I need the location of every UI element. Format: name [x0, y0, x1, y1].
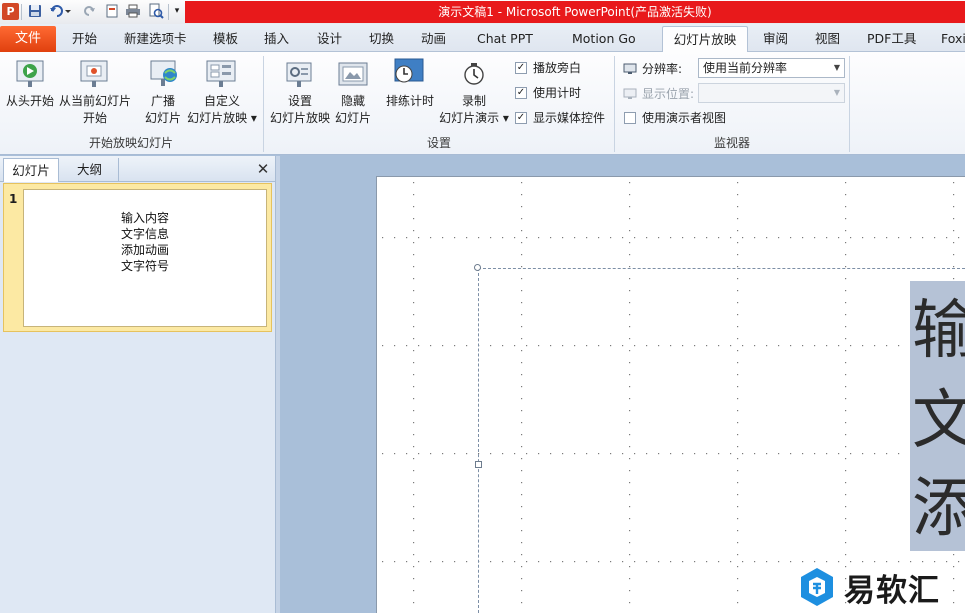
- from-current-slide-label-2: 开始: [82, 111, 107, 125]
- resize-handle[interactable]: [475, 461, 482, 468]
- play-narrations-checkbox[interactable]: ✓: [515, 62, 527, 74]
- show-on-icon: [623, 88, 637, 100]
- thumbnail-text-line: 添加动画: [120, 243, 169, 257]
- record-slideshow-icon: [461, 60, 487, 88]
- broadcast-label-2: 幻灯片: [144, 111, 181, 125]
- show-on-label: 显示位置:: [642, 87, 695, 101]
- text-placeholder[interactable]: [478, 268, 965, 613]
- rehearse-timings-icon: [393, 57, 425, 89]
- customize-qat-icon[interactable]: ▾: [172, 3, 182, 19]
- tab-home[interactable]: 开始: [72, 26, 97, 52]
- tab-foxit[interactable]: Foxit: [941, 26, 965, 52]
- use-timings-label: 使用计时: [533, 86, 582, 100]
- broadcast-slideshow-button[interactable]: 广播 幻灯片: [140, 93, 186, 127]
- redo-icon[interactable]: [82, 3, 98, 19]
- presenter-view-checkbox[interactable]: [624, 112, 636, 124]
- resolution-value: 使用当前分辨率: [703, 61, 788, 75]
- setup-slideshow-label-2: 幻灯片放映: [269, 111, 330, 125]
- setup-slideshow-button[interactable]: 设置 幻灯片放映: [268, 93, 332, 127]
- from-current-slide-button[interactable]: 从当前幻灯片 开始: [57, 93, 133, 127]
- tab-chat-ppt[interactable]: Chat PPT: [477, 26, 533, 52]
- slide-number: 1: [9, 192, 18, 206]
- tab-outline[interactable]: 大纲: [61, 158, 119, 182]
- rehearse-timings-label: 排练计时: [385, 94, 434, 108]
- tab-file[interactable]: 文件: [0, 26, 56, 52]
- resolution-select[interactable]: 使用当前分辨率 ▼: [698, 58, 845, 78]
- group-label-setup: 设置: [426, 136, 451, 150]
- custom-slideshow-label-2: 幻灯片放映 ▾: [187, 111, 257, 125]
- record-slideshow-button[interactable]: 录制 幻灯片演示 ▾: [437, 93, 511, 127]
- tab-review[interactable]: 审阅: [763, 26, 788, 52]
- group-separator: [849, 56, 850, 152]
- thumbnail-text-line: 文字符号: [120, 259, 169, 273]
- resolution-label: 分辨率:: [642, 62, 683, 76]
- from-current-slide-icon: [78, 58, 110, 90]
- use-timings-checkbox[interactable]: ✓: [515, 87, 527, 99]
- from-current-slide-label-1: 从当前幻灯片: [58, 94, 131, 108]
- tab-pdf-tools[interactable]: PDF工具: [867, 26, 916, 52]
- tab-transitions[interactable]: 切换: [369, 26, 394, 52]
- custom-slideshow-button[interactable]: 自定义 幻灯片放映 ▾: [186, 93, 258, 127]
- play-narrations-label: 播放旁白: [533, 61, 582, 75]
- powerpoint-logo-icon: P: [2, 3, 19, 20]
- hide-slide-icon: [337, 60, 369, 90]
- custom-slideshow-icon: [204, 58, 238, 90]
- from-beginning-icon: [14, 58, 46, 90]
- slide-text-char[interactable]: 添: [912, 464, 965, 554]
- hide-slide-button[interactable]: 隐藏 幻灯片: [331, 93, 375, 127]
- new-slide-icon[interactable]: [104, 3, 120, 19]
- qat-divider: [21, 4, 22, 20]
- tab-slides[interactable]: 幻灯片: [3, 158, 59, 182]
- chevron-down-icon: ▼: [833, 88, 840, 97]
- close-icon[interactable]: ✕: [255, 160, 271, 178]
- from-beginning-label: 从头开始: [5, 94, 54, 108]
- group-label-start-slideshow: 开始放映幻灯片: [88, 136, 173, 150]
- show-media-controls-checkbox[interactable]: ✓: [515, 112, 527, 124]
- record-slideshow-label-1: 录制: [461, 94, 486, 108]
- custom-slideshow-label-1: 自定义: [203, 94, 240, 108]
- tab-motion-go[interactable]: Motion Go: [572, 26, 636, 52]
- tab-templates[interactable]: 模板: [213, 26, 238, 52]
- show-media-controls-label: 显示媒体控件: [533, 111, 606, 125]
- tab-insert[interactable]: 插入: [264, 26, 289, 52]
- qat-divider: [168, 4, 169, 20]
- broadcast-label-1: 广播: [150, 94, 175, 108]
- watermark-text: 易软汇: [844, 572, 940, 609]
- setup-slideshow-icon: [283, 58, 315, 90]
- resolution-icon: [623, 63, 637, 75]
- setup-slideshow-label-1: 设置: [287, 94, 312, 108]
- record-slideshow-label-2: 幻灯片演示 ▾: [439, 111, 509, 125]
- watermark-logo-icon: [801, 568, 833, 606]
- tab-design[interactable]: 设计: [317, 26, 342, 52]
- print-icon[interactable]: [125, 3, 141, 19]
- tab-view[interactable]: 视图: [815, 26, 840, 52]
- thumbnail-text-line: 文字信息: [120, 227, 169, 241]
- group-label-monitors: 监视器: [713, 136, 750, 150]
- window-title: 演示文稿1 - Microsoft PowerPoint(产品激活失败): [438, 5, 712, 19]
- tab-slide-show[interactable]: 幻灯片放映: [662, 26, 748, 52]
- slide-text-char[interactable]: 输: [912, 286, 965, 376]
- hide-slide-label-2: 幻灯片: [334, 111, 371, 125]
- undo-icon[interactable]: [49, 3, 71, 19]
- hide-slide-label-1: 隐藏: [340, 94, 365, 108]
- from-beginning-button[interactable]: 从头开始: [4, 93, 56, 110]
- tab-animations[interactable]: 动画: [421, 26, 446, 52]
- tab-new-tab[interactable]: 新建选项卡: [124, 26, 187, 52]
- resize-handle[interactable]: [474, 264, 481, 271]
- rehearse-timings-button[interactable]: 排练计时: [383, 93, 437, 110]
- show-on-select[interactable]: ▼: [698, 83, 845, 103]
- watermark: 易软汇: [798, 564, 965, 610]
- slide-text-char[interactable]: 文: [912, 376, 965, 466]
- thumbnail-text-line: 输入内容: [120, 211, 169, 225]
- print-preview-icon[interactable]: [148, 3, 164, 19]
- save-icon[interactable]: [27, 3, 43, 19]
- chevron-down-icon: ▼: [833, 63, 840, 72]
- presenter-view-label: 使用演示者视图: [642, 111, 727, 125]
- broadcast-icon: [148, 58, 180, 90]
